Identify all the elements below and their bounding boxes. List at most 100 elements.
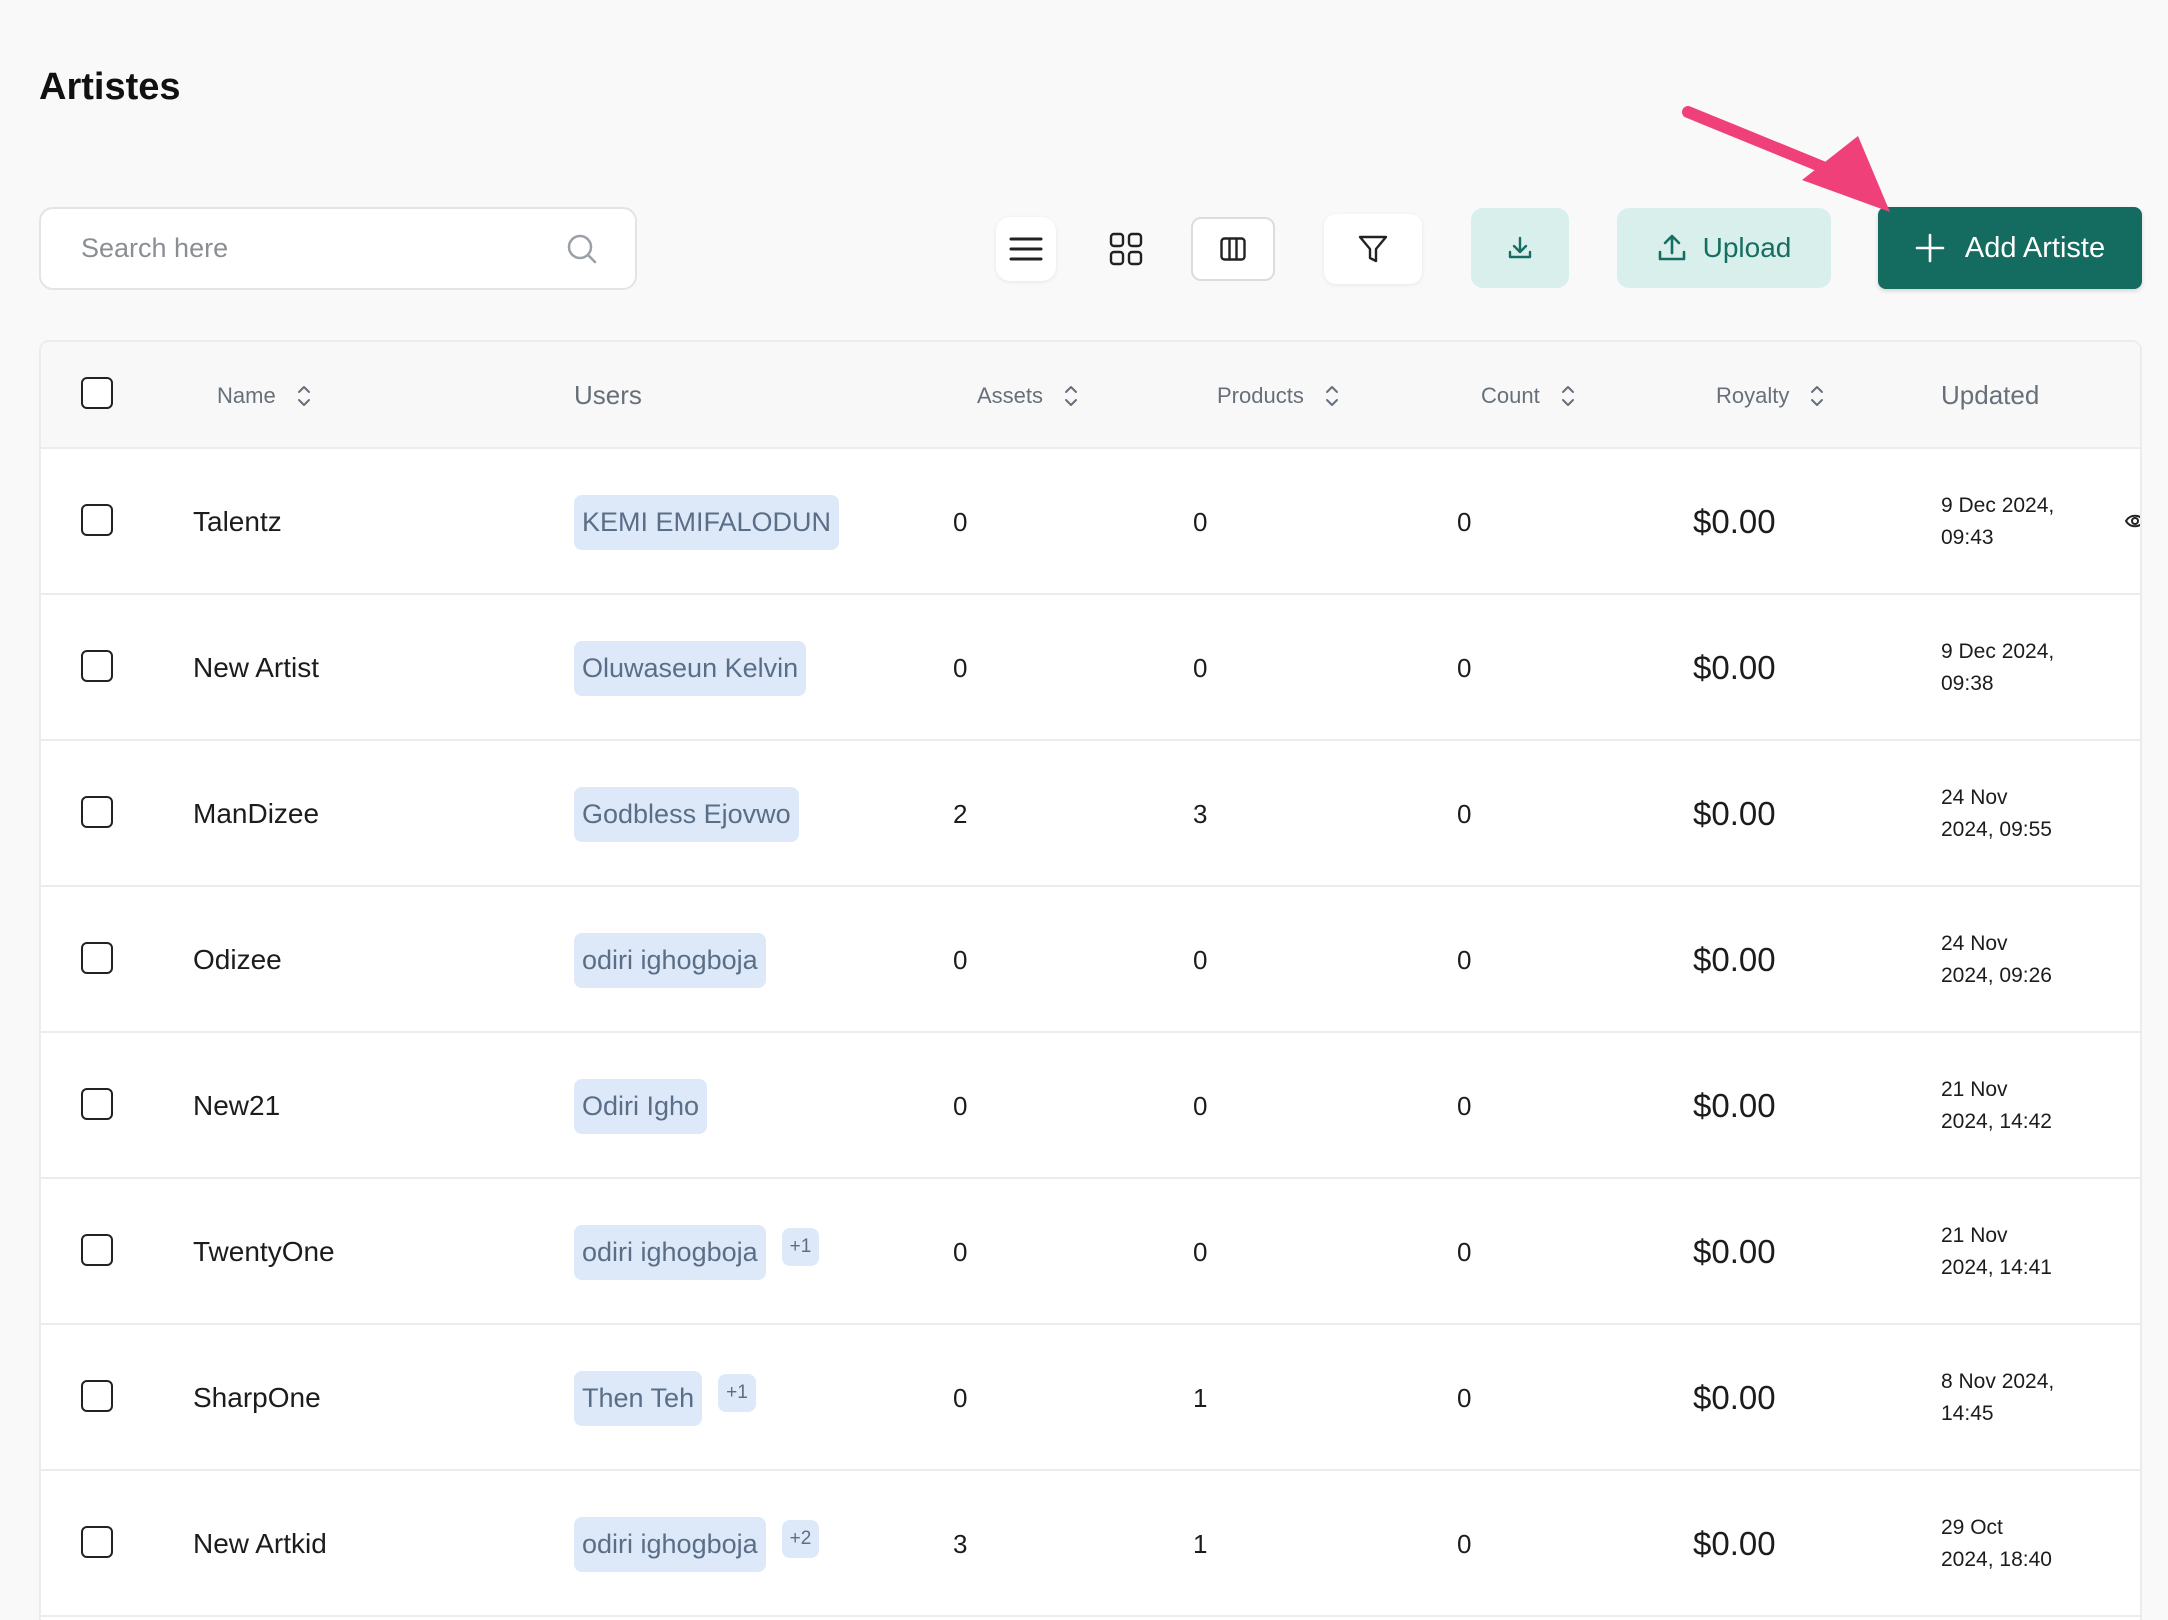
updated-value: 24 Nov 2024, 09:26 [1941,932,2052,987]
filter-button[interactable] [1324,214,1422,284]
royalty-column-header[interactable]: Royalty [1716,342,1825,449]
user-chip[interactable]: Oluwaseun Kelvin [574,640,807,696]
assets-header-label: Assets [977,382,1044,408]
artistes-table: Name Users Assets Products Count Royalty [39,340,2142,1620]
table-row[interactable]: New Artkid odiri ighogboja +2 3 1 0 $0.00 29 Oc… [41,1471,2140,1617]
users-cell: odiri ighogboja +1 [574,1179,820,1325]
page-title: Artistes [39,66,181,108]
artiste-name[interactable]: New Artist [193,595,319,741]
artiste-name[interactable]: New Artkid [193,1471,327,1617]
row-checkbox[interactable] [81,1088,113,1120]
download-button[interactable] [1471,208,1569,288]
grid-view-button[interactable] [1094,214,1158,284]
artiste-name[interactable]: New21 [193,1033,280,1179]
user-chip[interactable]: odiri ighogboja [574,932,766,988]
row-checkbox[interactable] [81,1526,113,1558]
products-value: 3 [1193,798,1208,829]
row-checkbox[interactable] [81,942,113,974]
table-row[interactable]: New21 Odiri Igho 0 0 0 $0.00 21 Nov 2024, 14:4… [41,1033,2140,1179]
updated-value: 21 Nov 2024, 14:41 [1941,1224,2052,1279]
products-value: 0 [1193,652,1208,683]
products-column-header[interactable]: Products [1217,342,1340,449]
user-chip[interactable]: odiri ighogboja [574,1516,766,1572]
row-checkbox[interactable] [81,504,113,536]
royalty-value: $0.00 [1693,941,1776,978]
users-column-header: Users [574,342,642,449]
assets-column-header[interactable]: Assets [977,342,1079,449]
table-row[interactable]: Talentz KEMI EMIFALODUN 0 0 0 $0.00 9 Dec 2024… [41,449,2140,595]
royalty-value: $0.00 [1693,503,1776,540]
products-value: 0 [1193,506,1208,537]
royalty-value: $0.00 [1693,1525,1776,1562]
list-icon [1009,236,1043,262]
artiste-name[interactable]: ManDizee [193,741,319,887]
eye-icon[interactable] [2124,509,2142,533]
annotation-arrow-icon [1682,106,1890,212]
artiste-name[interactable]: TwentyOne [193,1179,335,1325]
artistes-page: Artistes Upload [0,0,2168,1620]
sort-icon[interactable] [296,385,312,407]
table-row[interactable]: SharpOne Then Teh +1 0 1 0 $0.00 8 Nov 2024, 14… [41,1325,2140,1471]
updated-value: 21 Nov 2024, 14:42 [1941,1078,2052,1133]
grid-icon [1109,232,1143,266]
row-checkbox[interactable] [81,650,113,682]
royalty-value: $0.00 [1693,1379,1776,1416]
row-checkbox[interactable] [81,1380,113,1412]
assets-value: 0 [953,506,968,537]
updated-value: 29 Oct 2024, 18:40 [1941,1516,2052,1571]
royalty-value: $0.00 [1693,795,1776,832]
select-all-checkbox[interactable] [81,377,113,409]
count-value: 0 [1457,1382,1472,1413]
plus-icon [1915,233,1945,263]
more-users-badge[interactable]: +2 [781,1520,820,1558]
user-chip[interactable]: odiri ighogboja [574,1224,766,1280]
sort-icon[interactable] [1560,385,1576,407]
artiste-name[interactable]: Odizee [193,887,282,1033]
artiste-name[interactable]: Talentz [193,449,282,595]
row-checkbox[interactable] [81,796,113,828]
columns-icon [1220,237,1246,261]
user-chip[interactable]: Odiri Igho [574,1078,708,1134]
assets-value: 3 [953,1528,968,1559]
products-header-label: Products [1217,382,1304,408]
sort-icon[interactable] [1324,385,1340,407]
royalty-value: $0.00 [1693,1233,1776,1270]
count-value: 0 [1457,944,1472,975]
search-icon[interactable] [565,232,599,266]
products-value: 0 [1193,1090,1208,1121]
sort-icon[interactable] [1063,385,1079,407]
count-column-header[interactable]: Count [1481,342,1576,449]
assets-value: 0 [953,944,968,975]
products-value: 1 [1193,1382,1208,1413]
more-users-badge[interactable]: +1 [781,1228,820,1266]
assets-value: 0 [953,652,968,683]
sort-icon[interactable] [1809,385,1825,407]
users-cell: Then Teh +1 [574,1325,756,1471]
table-row[interactable]: Odizee odiri ighogboja 0 0 0 $0.00 24 Nov 2024… [41,887,2140,1033]
user-chip[interactable]: Godbless Ejovwo [574,786,799,842]
royalty-value: $0.00 [1693,1087,1776,1124]
list-view-button[interactable] [996,217,1056,281]
table-row[interactable]: New Artist Oluwaseun Kelvin 0 0 0 $0.00 9 Dec … [41,595,2140,741]
users-cell: Godbless Ejovwo [574,741,799,887]
artiste-name[interactable]: SharpOne [193,1325,321,1471]
row-checkbox[interactable] [81,1234,113,1266]
upload-button[interactable]: Upload [1617,208,1831,288]
add-artiste-button[interactable]: Add Artiste [1878,207,2142,289]
products-value: 0 [1193,1236,1208,1267]
assets-value: 0 [953,1236,968,1267]
more-users-badge[interactable]: +1 [718,1374,756,1412]
search-box[interactable] [39,207,637,290]
table-row[interactable]: ManDizee Godbless Ejovwo 2 3 0 $0.00 24 Nov 20… [41,741,2140,887]
filter-icon [1357,233,1389,265]
search-input[interactable] [81,233,565,264]
users-cell: odiri ighogboja +2 [574,1471,820,1617]
user-chip[interactable]: Then Teh [574,1370,703,1426]
products-value: 0 [1193,944,1208,975]
user-chip[interactable]: KEMI EMIFALODUN [574,494,840,550]
name-column-header[interactable]: Name [217,342,312,449]
download-icon [1507,235,1533,261]
updated-value: 8 Nov 2024, 14:45 [1941,1370,2055,1425]
columns-view-button[interactable] [1191,217,1275,281]
table-row[interactable]: TwentyOne odiri ighogboja +1 0 0 0 $0.00 21 Nov… [41,1179,2140,1325]
